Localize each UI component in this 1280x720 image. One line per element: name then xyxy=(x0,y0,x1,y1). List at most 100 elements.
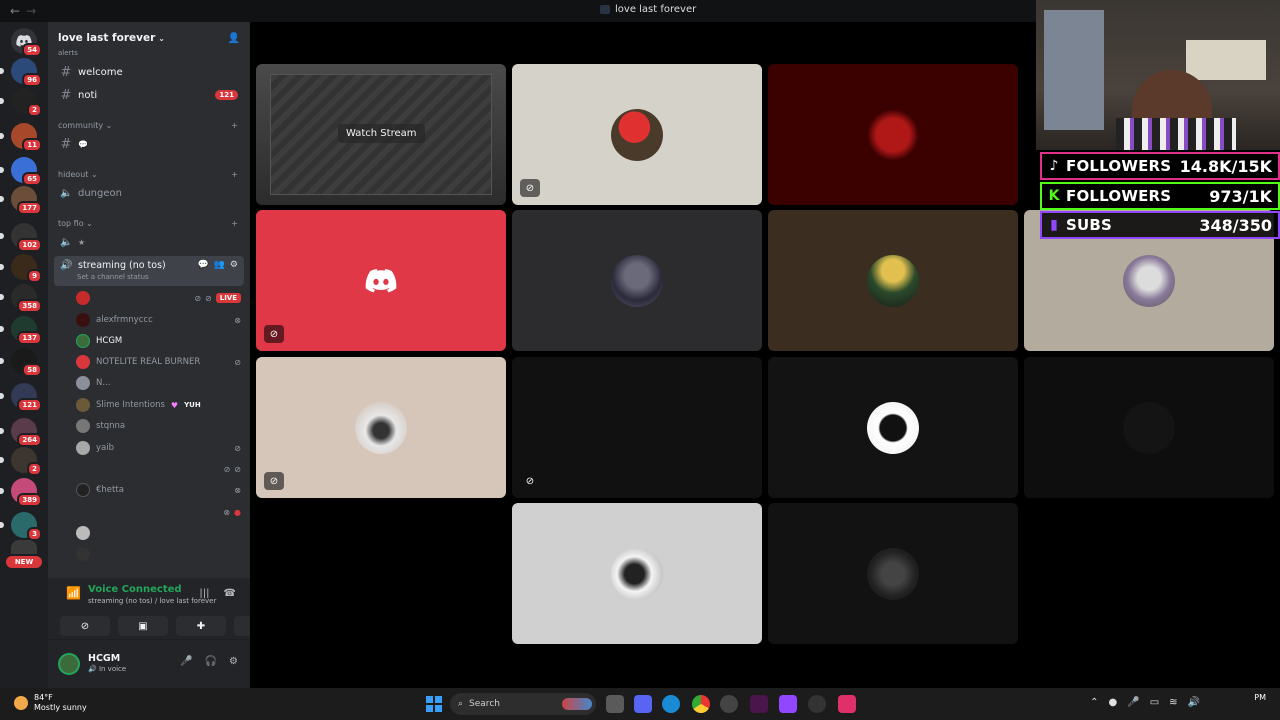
chevron-up-icon[interactable]: ⌃ xyxy=(1090,697,1098,708)
channel-chat[interactable]: # 💬 xyxy=(54,134,244,154)
voice-connected-subtitle[interactable]: streaming (no tos) / love last forever xyxy=(88,597,216,605)
task-view-icon[interactable] xyxy=(606,695,624,713)
voice-user[interactable]: NOTELITE REAL BURNER ⊘ xyxy=(76,352,241,372)
channel-noti[interactable]: # noti 121 xyxy=(54,85,244,105)
search-highlight-icon xyxy=(562,698,592,710)
channel-streaming[interactable]: 🔊 streaming (no tos) 💬 👥 ⚙ Set a channel… xyxy=(54,256,244,286)
voice-user[interactable]: ⊘ ⊘ LIVE xyxy=(76,288,241,308)
disconnect-icon[interactable]: ☎ xyxy=(224,588,236,599)
user-tile[interactable] xyxy=(768,64,1018,205)
add-member-icon[interactable]: 👤 xyxy=(228,33,240,44)
add-channel-icon[interactable]: + xyxy=(231,121,238,130)
server-icon[interactable]: 3 xyxy=(0,512,42,541)
channel-dungeon[interactable]: 🔈 dungeon xyxy=(54,183,244,203)
user-tile[interactable] xyxy=(768,503,1018,644)
server-icon[interactable]: 137 xyxy=(0,316,42,345)
user-name[interactable]: HCGM xyxy=(88,653,120,664)
category-top-flo[interactable]: top flo ⌄ + xyxy=(58,219,238,228)
tray-mic-icon[interactable]: 🎤 xyxy=(1127,697,1139,708)
user-tile[interactable]: ⊘ xyxy=(512,64,762,205)
server-icon[interactable]: 58 xyxy=(0,348,42,377)
discord-app-icon[interactable] xyxy=(634,695,652,713)
channel-welcome[interactable]: # welcome xyxy=(54,62,244,82)
category-alerts[interactable]: alerts xyxy=(58,49,238,57)
tray-app-icon[interactable]: ● xyxy=(1109,697,1118,708)
server-icon[interactable]: 9 xyxy=(0,254,42,283)
forward-arrow-icon[interactable]: → xyxy=(26,4,36,18)
gear-icon[interactable]: ⚙ xyxy=(230,260,238,270)
channel-status[interactable]: Set a channel status xyxy=(77,273,149,281)
user-tile[interactable]: ⊘ xyxy=(256,357,506,498)
back-arrow-icon[interactable]: ← xyxy=(10,4,20,18)
avatar xyxy=(76,376,90,390)
user-avatar[interactable] xyxy=(58,653,80,675)
voice-user[interactable]: ⊘ ⊘ xyxy=(76,459,241,479)
chevron-down-icon: ⌄ xyxy=(158,33,165,43)
voice-user[interactable]: yaib ⊘ xyxy=(76,438,241,458)
discord-home-icon[interactable]: 54 xyxy=(11,28,42,57)
server-icon[interactable]: 264 xyxy=(0,418,42,447)
user-tile[interactable] xyxy=(768,357,1018,498)
display-icon[interactable]: ▭ xyxy=(1150,697,1159,708)
webcam-shirt xyxy=(1116,118,1236,150)
add-channel-icon[interactable]: + xyxy=(231,170,238,179)
server-icon[interactable]: 2 xyxy=(0,447,42,476)
edge-icon[interactable] xyxy=(662,695,680,713)
voice-user[interactable]: alexfrmnyccc ⊗ xyxy=(76,310,241,330)
signal-icon[interactable]: 📶 xyxy=(66,586,81,600)
voice-user[interactable]: Slime Intentions ♥ YUH xyxy=(76,395,241,415)
channel-star[interactable]: 🔈 ★ xyxy=(54,232,244,252)
user-tile[interactable] xyxy=(512,503,762,644)
voice-user[interactable]: €hetta ⊗ xyxy=(76,480,241,500)
clock[interactable]: PM xyxy=(1254,692,1266,703)
add-channel-icon[interactable]: + xyxy=(231,219,238,228)
server-icon[interactable]: 121 xyxy=(0,383,42,412)
wifi-icon[interactable]: ≋ xyxy=(1169,697,1177,708)
user-tile[interactable]: ⊘ xyxy=(256,210,506,351)
voice-user[interactable]: HCGM xyxy=(76,331,241,351)
weather-widget[interactable]: 84°F Mostly sunny xyxy=(14,693,87,713)
user-tile[interactable] xyxy=(512,210,762,351)
noise-suppression-icon[interactable]: ||| xyxy=(199,588,209,599)
server-icon[interactable]: 358 xyxy=(0,284,42,313)
server-icon[interactable]: 65 xyxy=(0,157,42,186)
activities-button[interactable]: ✚ xyxy=(176,616,226,636)
twitch-app-icon[interactable] xyxy=(779,695,797,713)
server-icon[interactable]: 102 xyxy=(0,223,42,252)
chrome-icon[interactable] xyxy=(692,695,710,713)
gear-icon[interactable]: ⚙ xyxy=(229,656,238,667)
chat-icon[interactable]: 💬 xyxy=(197,260,208,270)
voice-user[interactable]: N... xyxy=(76,373,241,393)
tiktok-app-icon[interactable] xyxy=(838,695,856,713)
invite-icon[interactable]: 👥 xyxy=(214,260,225,270)
start-button[interactable] xyxy=(426,696,442,712)
slack-icon[interactable] xyxy=(750,695,768,713)
share-screen-button[interactable]: ▣ xyxy=(118,616,168,636)
voice-user[interactable] xyxy=(76,523,241,543)
new-badge[interactable]: NEW xyxy=(6,556,42,568)
stream-tile[interactable]: Watch Stream xyxy=(256,64,506,205)
category-community[interactable]: community ⌄ + xyxy=(58,121,238,130)
watch-stream-button[interactable]: Watch Stream xyxy=(338,124,425,143)
user-tile[interactable] xyxy=(768,210,1018,351)
camera-off-button[interactable]: ⊘ xyxy=(60,616,110,636)
server-icon[interactable]: 177 xyxy=(0,186,42,215)
volume-icon[interactable]: 🔊 xyxy=(1188,697,1200,708)
voice-user[interactable]: ⊗ ● xyxy=(76,502,241,522)
server-icon[interactable] xyxy=(11,540,37,554)
server-icon[interactable]: 389 xyxy=(0,478,42,507)
headphones-icon[interactable]: 🎧 xyxy=(205,656,217,667)
obs-icon[interactable] xyxy=(808,695,826,713)
taskbar-search[interactable]: ⌕ Search xyxy=(450,693,596,715)
server-icon[interactable]: 11 xyxy=(0,123,42,152)
server-icon[interactable]: 96 xyxy=(0,58,42,87)
microphone-icon[interactable]: 🎤 xyxy=(180,656,192,667)
category-hideout[interactable]: hideout ⌄ + xyxy=(58,170,238,179)
user-avatar xyxy=(355,401,407,454)
voice-user[interactable]: stqnna xyxy=(76,416,241,436)
voice-user[interactable] xyxy=(76,544,241,564)
user-tile[interactable]: ⊘ xyxy=(512,357,762,498)
media-player-icon[interactable] xyxy=(720,695,738,713)
server-icon[interactable]: 2 xyxy=(0,88,42,117)
user-tile[interactable] xyxy=(1024,357,1274,498)
